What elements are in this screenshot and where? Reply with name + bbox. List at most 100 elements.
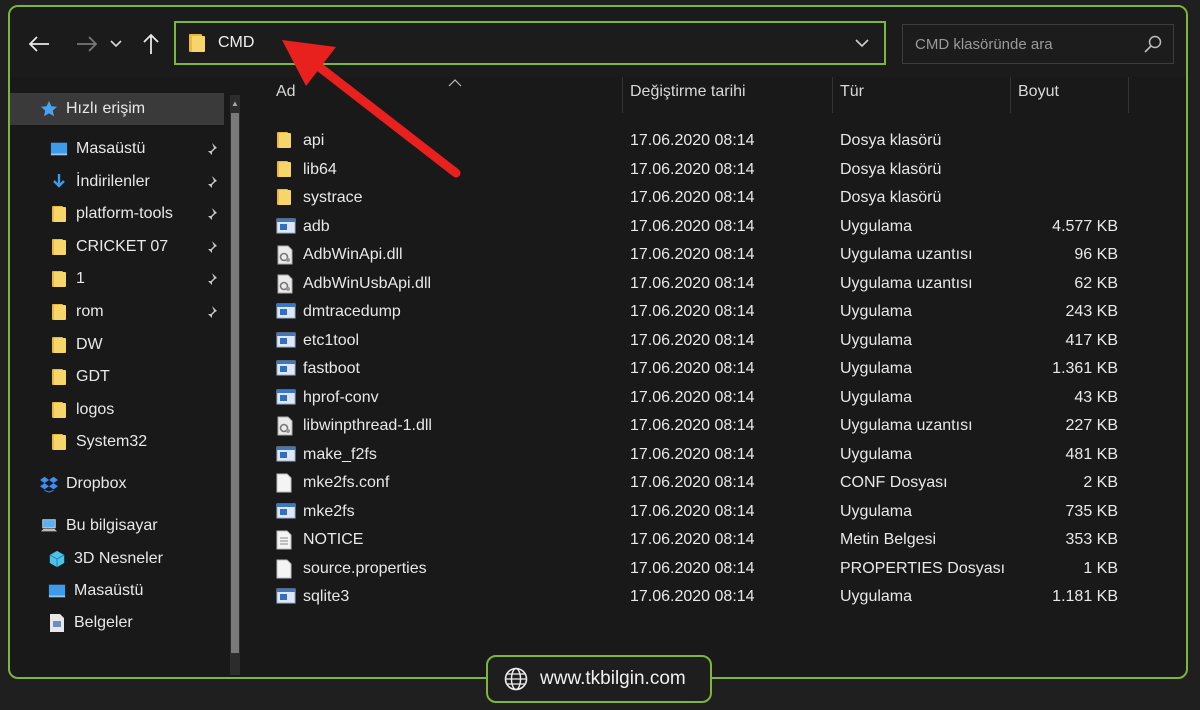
- download-icon: [50, 173, 68, 191]
- column-divider[interactable]: [1128, 77, 1129, 113]
- file-row[interactable]: make_f2fs 17.06.2020 08:14 Uygulama 481 KB: [248, 441, 1128, 469]
- sidebar-item-label: 1: [76, 270, 85, 288]
- file-name: sqlite3: [303, 588, 350, 605]
- sidebar-item-cricket-07[interactable]: CRICKET 07: [10, 231, 224, 263]
- sidebar-item-masa-st-[interactable]: Masaüstü: [10, 133, 224, 165]
- recent-locations-button[interactable]: [106, 29, 126, 59]
- address-bar[interactable]: CMD: [174, 21, 886, 65]
- sidebar-item-label: DW: [76, 335, 103, 353]
- file-row[interactable]: AdbWinApi.dll 17.06.2020 08:14 Uygulama uz…: [248, 241, 1128, 269]
- file-row[interactable]: sqlite3 17.06.2020 08:14 Uygulama 1.181 KB: [248, 583, 1128, 611]
- scrollbar-thumb[interactable]: [231, 113, 239, 653]
- sidebar-item-quick-access[interactable]: Hızlı erişim: [10, 93, 224, 125]
- file-row[interactable]: dmtracedump 17.06.2020 08:14 Uygulama 243 K…: [248, 298, 1128, 326]
- pin-icon[interactable]: [204, 142, 218, 161]
- exe-file-icon: [276, 302, 296, 322]
- file-row[interactable]: api 17.06.2020 08:14 Dosya klasörü: [248, 127, 1128, 155]
- exe-file-icon: [276, 388, 296, 408]
- chevron-up-icon[interactable]: ▲: [231, 99, 239, 108]
- file-date: 17.06.2020 08:14: [630, 189, 755, 206]
- search-icon: [1144, 35, 1162, 53]
- file-type: Dosya klasörü: [840, 132, 942, 149]
- file-date: 17.06.2020 08:14: [630, 217, 755, 235]
- search-placeholder: CMD klasöründe ara: [915, 36, 1053, 53]
- file-size: 1.181 KB: [1052, 588, 1118, 605]
- pin-icon[interactable]: [204, 272, 218, 291]
- chevron-down-icon[interactable]: [854, 35, 870, 51]
- sidebar-item-rom[interactable]: rom: [10, 296, 224, 328]
- file-row[interactable]: mke2fs.conf 17.06.2020 08:14 CONF Dosyası 2…: [248, 469, 1128, 497]
- file-row[interactable]: AdbWinUsbApi.dll 17.06.2020 08:14 Uygulama…: [248, 270, 1128, 298]
- column-header-size[interactable]: Boyut: [1018, 83, 1059, 111]
- folder-icon: [276, 160, 294, 180]
- file-type: Uygulama: [840, 331, 913, 349]
- exe-file-icon: [276, 359, 296, 379]
- file-row[interactable]: mke2fs 17.06.2020 08:14 Uygulama 735 KB: [248, 498, 1128, 526]
- file-size: 4.577 KB: [1052, 217, 1118, 235]
- sidebar-item-1[interactable]: 1: [10, 263, 224, 295]
- pin-icon[interactable]: [204, 175, 218, 194]
- folder-icon: [50, 238, 68, 256]
- column-header-name[interactable]: Ad: [276, 83, 296, 111]
- sidebar-item-dropbox[interactable]: Dropbox: [10, 468, 224, 500]
- sidebar-item-label: İndirilenler: [76, 172, 150, 190]
- file-size: 735 KB: [1065, 502, 1118, 520]
- desktop-icon: [50, 140, 68, 158]
- sidebar-scrollbar[interactable]: ▲: [230, 95, 240, 675]
- pin-icon[interactable]: [204, 240, 218, 259]
- folder-icon: [50, 270, 68, 288]
- search-box[interactable]: CMD klasöründe ara: [902, 24, 1174, 64]
- file-date: 17.06.2020 08:14: [630, 132, 755, 149]
- explorer-window: CMD CMD klasöründe ara Hızlı erişim Masa…: [8, 5, 1188, 679]
- file-row[interactable]: NOTICE 17.06.2020 08:14 Metin Belgesi 353 K…: [248, 526, 1128, 554]
- dll-file-icon: [276, 416, 294, 436]
- column-divider[interactable]: [1010, 77, 1011, 113]
- file-row[interactable]: source.properties 17.06.2020 08:14 PROPERT…: [248, 555, 1128, 583]
- file-row[interactable]: etc1tool 17.06.2020 08:14 Uygulama 417 KB: [248, 327, 1128, 355]
- navigation-pane: Hızlı erişim Masaüstü İndirilenler platfor…: [10, 77, 242, 677]
- sidebar-item-label: rom: [76, 303, 104, 320]
- file-row[interactable]: lib64 17.06.2020 08:14 Dosya klasörü: [248, 156, 1128, 184]
- file-row[interactable]: libwinpthread-1.dll 17.06.2020 08:14 Uygul…: [248, 412, 1128, 440]
- sidebar-item-dw[interactable]: DW: [10, 329, 224, 361]
- sidebar-item-logos[interactable]: logos: [10, 394, 224, 426]
- file-size: 62 KB: [1074, 274, 1118, 292]
- file-type: CONF Dosyası: [840, 474, 948, 491]
- file-row[interactable]: hprof-conv 17.06.2020 08:14 Uygulama 43 KB: [248, 384, 1128, 412]
- file-type: Uygulama: [840, 360, 913, 377]
- file-row[interactable]: fastboot 17.06.2020 08:14 Uygulama 1.361 KB: [248, 355, 1128, 383]
- exe-file-icon: [276, 445, 296, 465]
- file-row[interactable]: systrace 17.06.2020 08:14 Dosya klasörü: [248, 184, 1128, 212]
- column-divider[interactable]: [832, 77, 833, 113]
- file-type: Uygulama uzantısı: [840, 246, 973, 263]
- sidebar-item-pc-1[interactable]: Masaüstü: [10, 575, 224, 607]
- column-header-type[interactable]: Tür: [840, 83, 864, 111]
- file-size: 227 KB: [1065, 417, 1118, 434]
- sidebar-item-pc-0[interactable]: 3D Nesneler: [10, 543, 224, 575]
- sidebar-item-i-ndirilenler[interactable]: İndirilenler: [10, 166, 224, 198]
- file-type: Uygulama: [840, 588, 913, 605]
- sidebar-item-label: GDT: [76, 368, 110, 386]
- column-divider[interactable]: [622, 77, 623, 113]
- cube-icon: [48, 550, 66, 568]
- sidebar-item-platform-tools[interactable]: platform-tools: [10, 198, 224, 230]
- sidebar-item-this-pc[interactable]: Bu bilgisayar: [10, 510, 224, 542]
- pin-icon[interactable]: [204, 207, 218, 226]
- back-button[interactable]: [24, 29, 54, 59]
- sidebar-item-label: Bu bilgisayar: [66, 517, 158, 534]
- file-name: systrace: [303, 189, 363, 206]
- file-date: 17.06.2020 08:14: [630, 360, 755, 377]
- up-button[interactable]: [136, 29, 166, 59]
- sidebar-item-gdt[interactable]: GDT: [10, 361, 224, 393]
- sidebar-item-pc-2[interactable]: Belgeler: [10, 607, 224, 639]
- file-size: 417 KB: [1065, 331, 1118, 349]
- sidebar-item-system32[interactable]: System32: [10, 426, 224, 458]
- forward-button[interactable]: [72, 29, 102, 59]
- file-date: 17.06.2020 08:14: [630, 388, 755, 406]
- file-row[interactable]: adb 17.06.2020 08:14 Uygulama 4.577 KB: [248, 213, 1128, 241]
- sidebar-item-label: Dropbox: [66, 475, 127, 492]
- column-header-date[interactable]: Değiştirme tarihi: [630, 83, 746, 111]
- file-date: 17.06.2020 08:14: [630, 531, 755, 548]
- file-size: 2 KB: [1083, 474, 1118, 491]
- pin-icon[interactable]: [204, 305, 218, 324]
